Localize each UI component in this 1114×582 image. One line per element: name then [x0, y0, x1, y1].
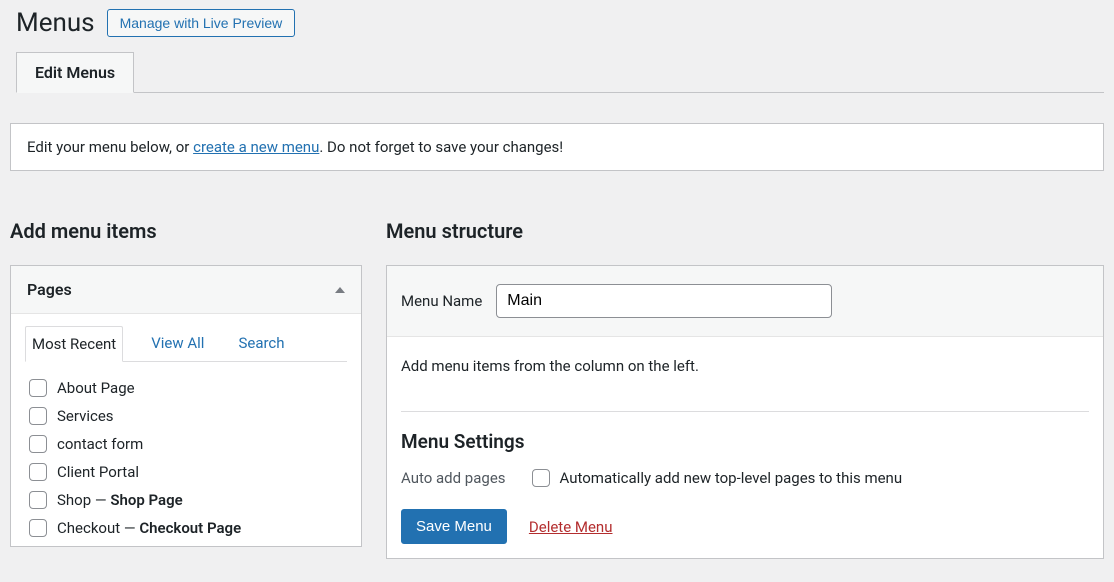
list-item: Services — [25, 402, 347, 430]
page-checkbox[interactable] — [29, 435, 47, 453]
page-checkbox[interactable] — [29, 519, 47, 537]
auto-add-label: Auto add pages — [401, 469, 506, 487]
page-checkbox[interactable] — [29, 379, 47, 397]
menu-structure-panel: Menu Name Add menu items from the column… — [386, 265, 1104, 559]
auto-add-description: Automatically add new top-level pages to… — [560, 469, 903, 487]
caret-up-icon — [335, 287, 345, 293]
menu-structure-heading: Menu structure — [386, 219, 1104, 243]
notice-suffix: . Do not forget to save your changes! — [319, 138, 563, 156]
list-item: Checkout — Checkout Page — [25, 514, 347, 542]
auto-add-checkbox[interactable] — [532, 469, 550, 487]
delete-menu-link[interactable]: Delete Menu — [529, 518, 613, 536]
page-label: Checkout — Checkout Page — [57, 519, 241, 537]
page-title: Menus — [16, 8, 95, 38]
list-item: Client Portal — [25, 458, 347, 486]
list-item: Shop — Shop Page — [25, 486, 347, 514]
menu-name-label: Menu Name — [401, 292, 482, 310]
tab-edit-menus[interactable]: Edit Menus — [16, 52, 134, 93]
page-checkbox[interactable] — [29, 491, 47, 509]
subtab-most-recent[interactable]: Most Recent — [25, 326, 123, 362]
page-checkbox[interactable] — [29, 463, 47, 481]
page-checkbox[interactable] — [29, 407, 47, 425]
subtab-search[interactable]: Search — [232, 326, 290, 361]
tabs: Edit Menus — [16, 52, 1104, 93]
notice: Edit your menu below, or create a new me… — [10, 123, 1104, 171]
page-label: Client Portal — [57, 463, 139, 481]
menu-settings-heading: Menu Settings — [401, 430, 1089, 453]
pages-accordion-title: Pages — [27, 280, 72, 299]
list-item: About Page — [25, 374, 347, 402]
list-item: contact form — [25, 430, 347, 458]
page-label: contact form — [57, 435, 143, 453]
structure-hint: Add menu items from the column on the le… — [401, 357, 1089, 375]
pages-accordion: Pages Most Recent View All Search About … — [10, 265, 362, 547]
page-label: Services — [57, 407, 114, 425]
page-label: About Page — [57, 379, 135, 397]
save-menu-button[interactable]: Save Menu — [401, 509, 507, 544]
manage-live-preview-button[interactable]: Manage with Live Preview — [107, 9, 296, 37]
pages-accordion-header[interactable]: Pages — [11, 266, 361, 314]
menu-name-input[interactable] — [496, 284, 832, 318]
page-label: Shop — Shop Page — [57, 491, 183, 509]
divider — [401, 411, 1089, 412]
notice-prefix: Edit your menu below, or — [27, 138, 193, 156]
create-new-menu-link[interactable]: create a new menu — [193, 138, 319, 156]
add-items-heading: Add menu items — [10, 219, 362, 243]
subtab-view-all[interactable]: View All — [145, 326, 210, 361]
